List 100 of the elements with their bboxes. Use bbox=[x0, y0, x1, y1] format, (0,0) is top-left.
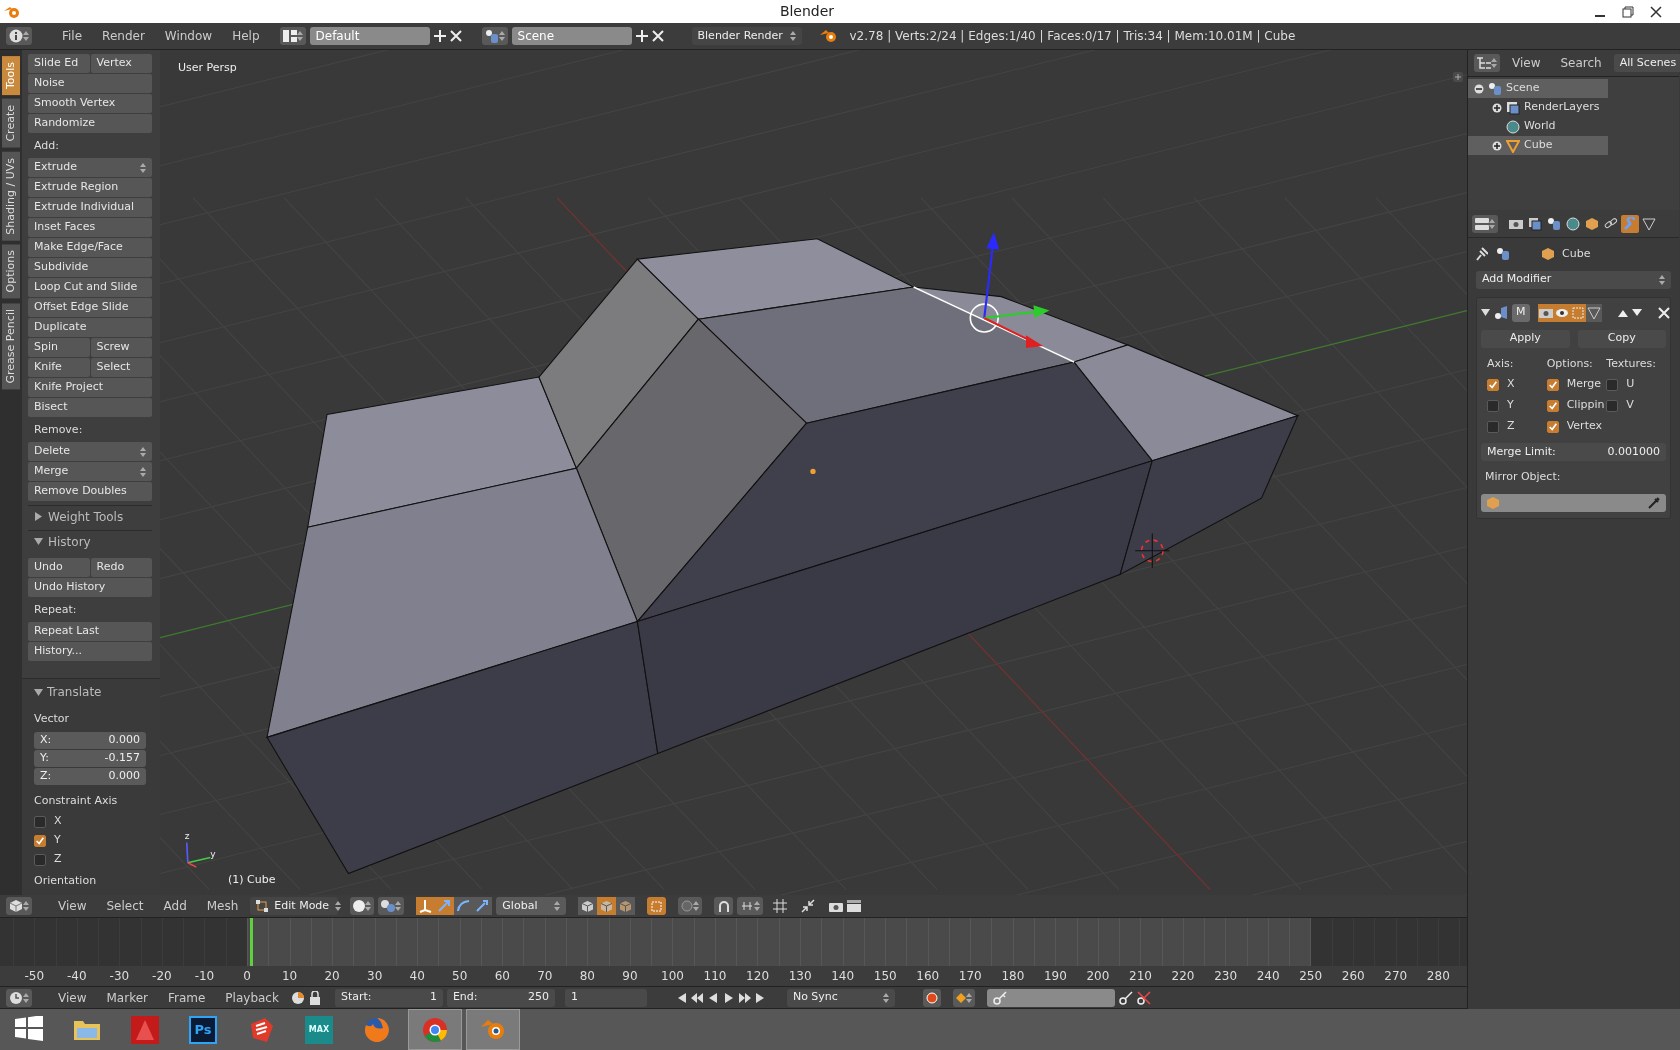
transform-gizmo-drawing[interactable] bbox=[969, 232, 1050, 349]
editor-type-button[interactable] bbox=[6, 988, 32, 1007]
close-icon[interactable] bbox=[1650, 5, 1662, 18]
tool-button[interactable]: Slide Ed bbox=[28, 54, 90, 73]
move-up-icon[interactable] bbox=[1617, 308, 1628, 317]
tool-dropdown[interactable]: Merge bbox=[28, 462, 152, 481]
tool-button[interactable]: Undo bbox=[28, 558, 90, 577]
lock-icon[interactable] bbox=[308, 990, 321, 1005]
tool-button[interactable]: Select bbox=[90, 358, 152, 377]
menu-item[interactable]: Mesh bbox=[198, 897, 247, 915]
rewind-icon[interactable] bbox=[690, 991, 703, 1004]
merge-limit-field[interactable]: Merge Limit: 0.001000 bbox=[1481, 443, 1666, 461]
add-modifier-dropdown[interactable]: Add Modifier bbox=[1476, 270, 1671, 289]
collapse-icon[interactable] bbox=[1474, 83, 1484, 94]
pin-icon[interactable] bbox=[1476, 247, 1488, 262]
snap-toggle[interactable] bbox=[714, 897, 734, 915]
number-field[interactable]: Y: -0.157 bbox=[34, 749, 146, 767]
tool-button[interactable]: Undo History bbox=[28, 578, 152, 597]
tool-tab[interactable]: Options bbox=[2, 244, 20, 299]
manipulator-toggle[interactable] bbox=[435, 897, 455, 915]
manipulator-toggle[interactable] bbox=[454, 897, 474, 915]
visibility-toggle[interactable] bbox=[1537, 303, 1554, 322]
fast-forward-icon[interactable] bbox=[738, 991, 751, 1004]
editor-type-button[interactable] bbox=[1472, 214, 1498, 233]
checkbox[interactable] bbox=[1546, 399, 1559, 412]
tool-button[interactable]: Make Edge/Face bbox=[28, 238, 152, 257]
taskbar-button[interactable]: MAX bbox=[292, 1009, 346, 1050]
checkbox[interactable] bbox=[34, 834, 46, 847]
camera-icon[interactable] bbox=[829, 900, 844, 912]
display-mode-dropdown[interactable]: All Scenes bbox=[1613, 54, 1680, 72]
tool-tab[interactable]: Shading / UVs bbox=[2, 151, 20, 241]
properties-tab[interactable] bbox=[1564, 214, 1582, 233]
panel-header[interactable]: Weight Tools bbox=[28, 505, 152, 527]
keying-set-field[interactable] bbox=[986, 988, 1115, 1007]
playhead[interactable] bbox=[249, 918, 253, 966]
move-down-icon[interactable] bbox=[1631, 308, 1642, 317]
menu-item[interactable]: Render bbox=[94, 27, 153, 45]
tool-button[interactable]: Screw bbox=[90, 338, 152, 357]
restore-icon[interactable] bbox=[1622, 5, 1634, 18]
menu-item[interactable]: View bbox=[1504, 54, 1549, 72]
tool-button[interactable]: Redo bbox=[90, 558, 152, 577]
insert-key-icon[interactable] bbox=[1118, 990, 1133, 1005]
editor-type-button[interactable] bbox=[1474, 54, 1500, 72]
tool-button[interactable]: Noise bbox=[28, 74, 152, 93]
tool-dropdown[interactable]: Extrude bbox=[28, 158, 152, 177]
tool-button[interactable]: Duplicate bbox=[28, 318, 152, 337]
delete-key-icon[interactable] bbox=[1136, 990, 1151, 1005]
panel-header[interactable]: History bbox=[28, 530, 152, 552]
tool-button[interactable]: History... bbox=[28, 642, 152, 661]
tool-tab[interactable]: Grease Pencil bbox=[2, 302, 20, 390]
checkbox[interactable] bbox=[1487, 399, 1499, 412]
tool-dropdown[interactable]: Delete bbox=[28, 442, 152, 461]
manipulator-toggle[interactable] bbox=[473, 897, 493, 915]
tool-button[interactable]: Extrude Individual bbox=[28, 198, 152, 217]
occlude-toggle[interactable] bbox=[647, 897, 667, 915]
select-mode-button[interactable] bbox=[616, 897, 636, 915]
mode-dropdown[interactable]: Edit Mode bbox=[250, 897, 339, 915]
snap-element-dropdown[interactable] bbox=[737, 897, 764, 915]
checkbox[interactable] bbox=[1606, 378, 1619, 391]
checkbox[interactable] bbox=[1606, 399, 1619, 412]
grid-snap-icon[interactable] bbox=[773, 899, 788, 913]
checkbox[interactable] bbox=[34, 853, 46, 866]
manipulator-toggle[interactable] bbox=[416, 897, 436, 915]
keying-dropdown[interactable] bbox=[952, 988, 975, 1007]
modifier-button[interactable]: Copy bbox=[1577, 329, 1666, 348]
menu-item[interactable]: Add bbox=[155, 897, 195, 915]
start-frame-field[interactable]: Start: 1 bbox=[334, 988, 443, 1007]
tool-button[interactable]: Offset Edge Slide bbox=[28, 298, 152, 317]
number-field[interactable]: Z: 0.000 bbox=[34, 767, 146, 785]
tool-button[interactable]: Knife Project bbox=[28, 378, 152, 397]
select-mode-button[interactable] bbox=[597, 897, 617, 915]
panel-header[interactable]: Translate bbox=[34, 681, 152, 703]
add-icon[interactable] bbox=[433, 30, 446, 42]
layout-name-field[interactable]: Default bbox=[309, 27, 430, 45]
checkbox[interactable] bbox=[1487, 420, 1499, 433]
preview-range-icon[interactable] bbox=[290, 990, 305, 1005]
scene-name-field[interactable]: Scene bbox=[511, 27, 632, 45]
menu-item[interactable]: File bbox=[54, 27, 91, 45]
menu-item[interactable]: View bbox=[50, 988, 95, 1007]
expand-icon[interactable] bbox=[1492, 102, 1502, 113]
sync-dropdown[interactable]: No Sync bbox=[786, 988, 895, 1007]
screen-layout-button[interactable] bbox=[279, 27, 306, 45]
modifier-name-field[interactable]: M bbox=[1512, 303, 1530, 322]
taskbar-button[interactable]: Ps bbox=[176, 1009, 230, 1050]
tool-button[interactable]: Spin bbox=[28, 338, 90, 357]
outliner-item[interactable]: World bbox=[1468, 117, 1608, 136]
checkbox[interactable] bbox=[34, 815, 46, 828]
number-field[interactable]: X: 0.000 bbox=[34, 731, 146, 749]
tool-button[interactable]: Bisect bbox=[28, 398, 152, 417]
tool-button[interactable]: Randomize bbox=[28, 114, 152, 133]
render-engine-dropdown[interactable]: Blender Render bbox=[691, 27, 802, 45]
tool-tab[interactable]: Create bbox=[2, 99, 20, 148]
record-button[interactable] bbox=[922, 988, 941, 1007]
menu-item[interactable]: Marker bbox=[98, 988, 156, 1007]
checkbox[interactable] bbox=[1487, 378, 1499, 391]
menu-item[interactable]: Playback bbox=[217, 988, 287, 1007]
menu-item[interactable]: Frame bbox=[159, 988, 214, 1007]
menu-item[interactable]: View bbox=[50, 897, 95, 915]
menu-item[interactable]: Window bbox=[156, 27, 221, 45]
tool-button[interactable]: Vertex bbox=[90, 54, 152, 73]
